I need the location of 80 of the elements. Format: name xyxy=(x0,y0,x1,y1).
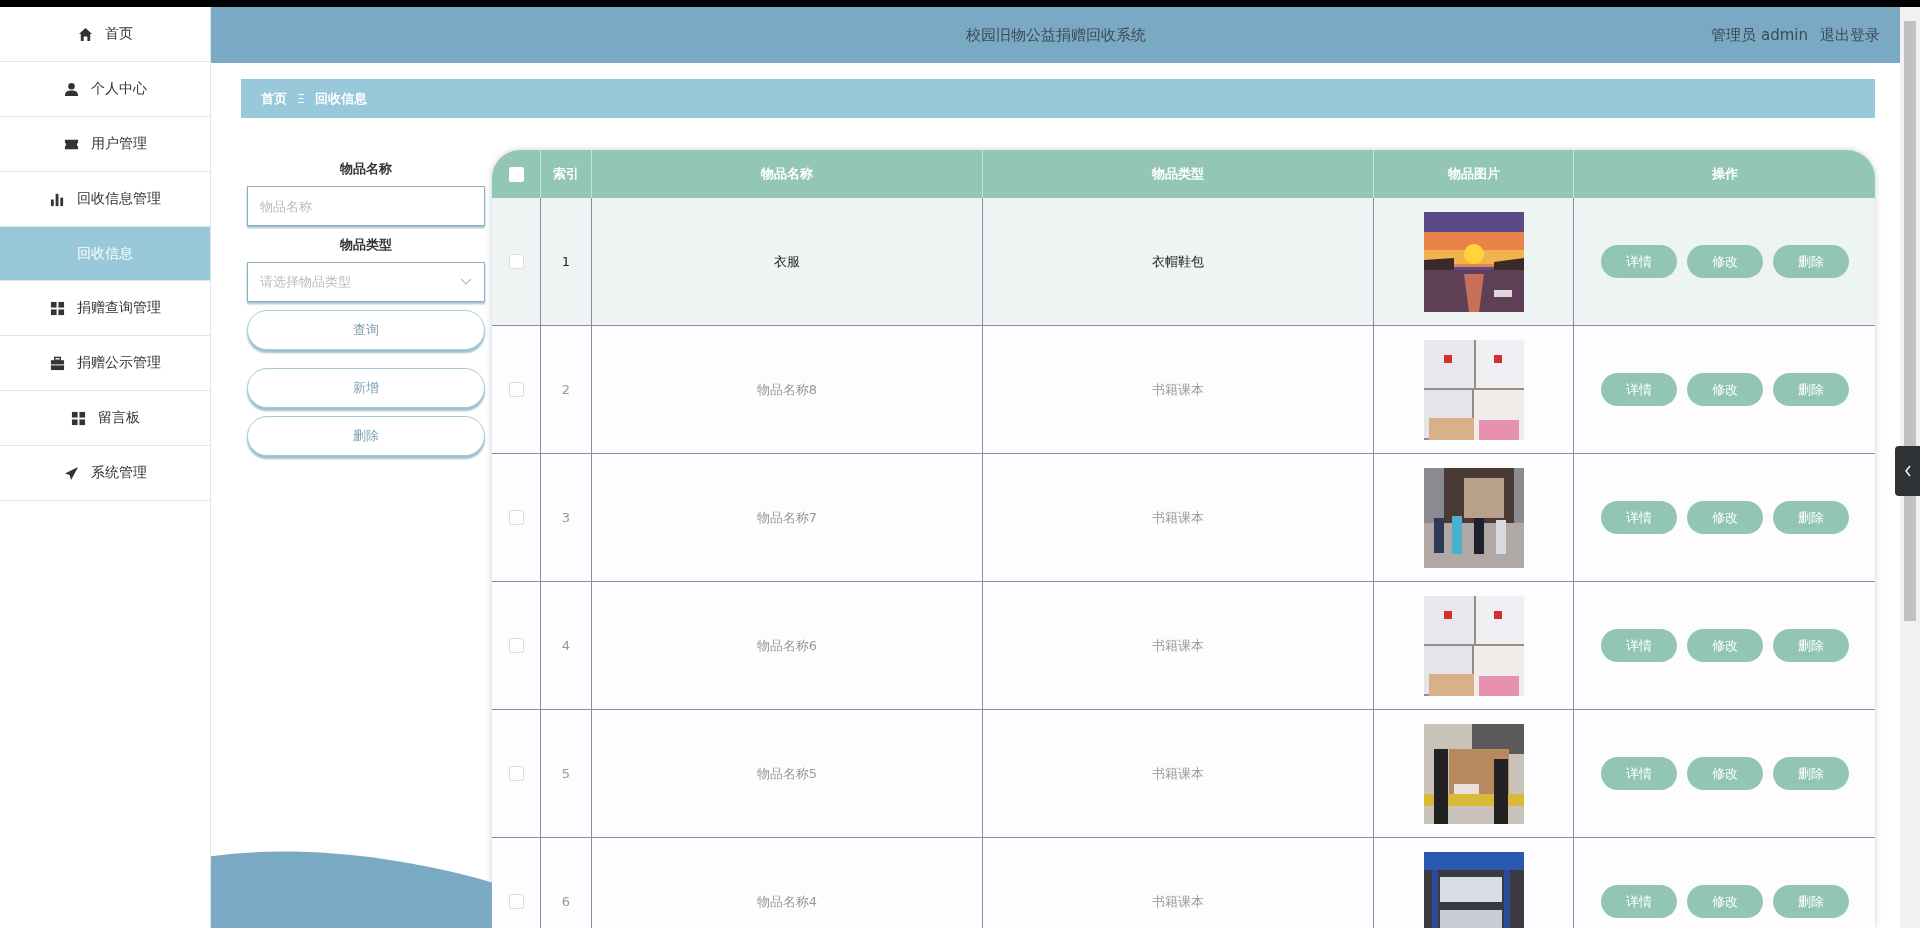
breadcrumb-link[interactable]: 首页 xyxy=(261,89,287,108)
sidebar-item[interactable]: 回收信息 xyxy=(0,227,210,281)
delete-button[interactable]: 删除 xyxy=(1772,501,1849,534)
edit-button[interactable]: 修改 xyxy=(1686,629,1763,662)
delete-button[interactable]: 删除 xyxy=(247,416,485,456)
table-cell: 物品名称8 xyxy=(756,380,818,399)
delete-button[interactable]: 删除 xyxy=(1772,373,1849,406)
edit-button[interactable]: 修改 xyxy=(1686,757,1763,790)
table-row[interactable]: 6 物品名称4 书籍课本 详情 修改 删除 xyxy=(492,838,1875,928)
delete-button[interactable]: 删除 xyxy=(1772,757,1849,790)
chevron-left-icon xyxy=(1903,465,1912,477)
home-icon xyxy=(77,26,93,42)
briefcase-icon xyxy=(49,355,65,371)
checkbox[interactable] xyxy=(508,766,524,781)
checkbox[interactable] xyxy=(508,382,524,397)
checkbox[interactable] xyxy=(508,638,524,653)
breadcrumb-current: 回收信息 xyxy=(315,89,368,108)
field-label: 物品类型 xyxy=(339,236,393,254)
table-cell: 1 xyxy=(561,254,571,269)
input-field[interactable]: 物品名称 xyxy=(247,186,485,226)
sidebar-item[interactable]: 用户管理 xyxy=(0,117,210,172)
add-button[interactable]: 新增 xyxy=(247,368,485,408)
column-header: 操作 xyxy=(1710,165,1739,183)
checkbox[interactable] xyxy=(508,894,524,909)
table-cell: 物品名称4 xyxy=(756,892,818,911)
table-cell: 6 xyxy=(561,894,571,909)
table-cell: 物品名称6 xyxy=(756,636,818,655)
user-label: 管理员 admin xyxy=(1711,25,1808,45)
paper-plane-icon xyxy=(63,465,79,481)
delete-button[interactable]: 删除 xyxy=(1772,245,1849,278)
bar-chart-icon xyxy=(49,191,65,207)
edit-button[interactable]: 修改 xyxy=(1686,245,1763,278)
table-cell: 2 xyxy=(561,382,571,397)
details-button[interactable]: 详情 xyxy=(1600,501,1677,534)
table-row[interactable]: 2 物品名称8 书籍课本 详情 修改 删除 xyxy=(492,326,1875,454)
details-button[interactable]: 详情 xyxy=(1600,245,1677,278)
details-button[interactable]: 详情 xyxy=(1600,629,1677,662)
table-row[interactable]: 4 物品名称6 书籍课本 详情 修改 删除 xyxy=(492,582,1875,710)
details-button[interactable]: 详情 xyxy=(1600,757,1677,790)
checkbox[interactable] xyxy=(508,510,524,525)
table-cell: 书籍课本 xyxy=(1152,636,1204,655)
breadcrumb-separator: Ξ xyxy=(297,91,306,106)
table-cell: 书籍课本 xyxy=(1152,764,1204,783)
details-button[interactable]: 详情 xyxy=(1600,885,1677,918)
table-cell: 物品名称7 xyxy=(756,508,818,527)
logout-link[interactable]: 退出登录 xyxy=(1820,25,1880,45)
table-cell: 书籍课本 xyxy=(1152,508,1204,527)
system-title: 校园旧物公益捐赠回收系统 xyxy=(965,25,1146,45)
table-cell: 书籍课本 xyxy=(1152,380,1204,399)
sidebar-item[interactable]: 留言板 xyxy=(0,391,210,446)
table-cell: 物品名称5 xyxy=(756,764,818,783)
edit-button[interactable]: 修改 xyxy=(1686,501,1763,534)
sidebar-item[interactable]: 个人中心 xyxy=(0,62,210,117)
user-icon xyxy=(63,81,79,97)
table-row[interactable]: 5 物品名称5 书籍课本 详情 修改 删除 xyxy=(492,710,1875,838)
edit-button[interactable]: 修改 xyxy=(1686,885,1763,918)
sidebar-item[interactable]: 系统管理 xyxy=(0,446,210,501)
select-field[interactable]: 请选择物品类型 xyxy=(247,262,485,302)
edit-button[interactable]: 修改 xyxy=(1686,373,1763,406)
query-button[interactable]: 查询 xyxy=(247,310,485,350)
table-cell: 4 xyxy=(561,638,571,653)
delete-button[interactable]: 删除 xyxy=(1772,629,1849,662)
grid-icon xyxy=(49,300,65,316)
sidebar-item[interactable]: 捐赠查询管理 xyxy=(0,281,210,336)
chevron-down-icon xyxy=(460,278,472,286)
table-cell: 衣帽鞋包 xyxy=(1152,252,1204,271)
sidebar-item[interactable]: 捐赠公示管理 xyxy=(0,336,210,391)
table-cell: 书籍课本 xyxy=(1152,892,1204,911)
delete-button[interactable]: 删除 xyxy=(1772,885,1849,918)
field-label: 物品名称 xyxy=(339,160,393,178)
table-cell: 5 xyxy=(561,766,571,781)
table-row[interactable]: 1 衣服 衣帽鞋包 详情 修改 删除 xyxy=(492,198,1875,326)
side-panel-toggle[interactable] xyxy=(1895,446,1920,496)
table-cell: 3 xyxy=(561,510,571,525)
details-button[interactable]: 详情 xyxy=(1600,373,1677,406)
sidebar-item[interactable]: 首页 xyxy=(0,7,210,62)
table-cell: 衣服 xyxy=(774,252,800,271)
grid-icon xyxy=(70,410,86,426)
checkbox[interactable] xyxy=(508,254,524,269)
table-row[interactable]: 3 物品名称7 书籍课本 详情 修改 删除 xyxy=(492,454,1875,582)
